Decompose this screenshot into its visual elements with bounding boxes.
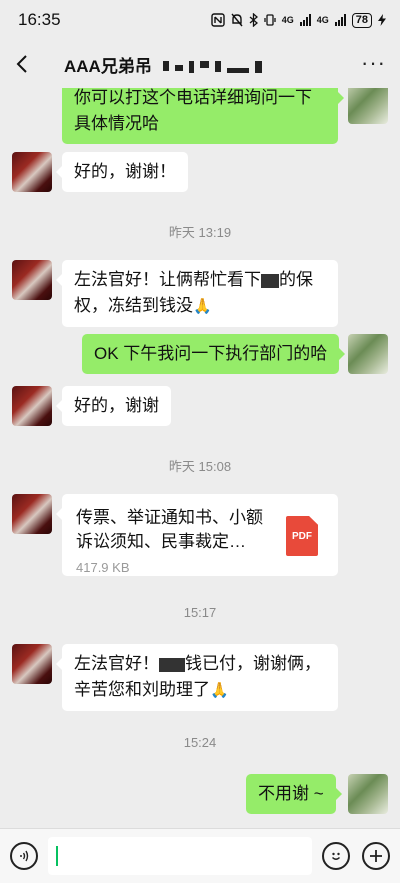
- timestamp: 昨天 13:19: [168, 225, 232, 240]
- more-icon: ···: [361, 50, 386, 75]
- text-cursor: [56, 846, 58, 866]
- message-list[interactable]: 你可以打这个电话详细询问一下具体情况哈 好的，谢谢！ 昨天 13:19 左法官好…: [0, 88, 400, 828]
- network-label-1: 4G: [281, 15, 294, 25]
- emoji-icon: [332, 852, 340, 860]
- message-text: 左法官好！: [74, 654, 159, 673]
- avatar[interactable]: [12, 152, 52, 192]
- timestamp: 15:24: [183, 735, 217, 750]
- message-bubble[interactable]: 不用谢 ~: [246, 774, 342, 814]
- emoji-button[interactable]: [322, 842, 350, 870]
- chevron-left-icon: [16, 55, 27, 73]
- battery-icon: 78: [351, 12, 372, 28]
- message-bubble[interactable]: 左法官好！ 钱已付，谢谢俩，辛苦您和刘助理了🙏: [56, 644, 338, 711]
- status-bar: 16:35 4G 4G 78: [0, 0, 400, 40]
- file-size: 417.9 KB: [76, 560, 130, 575]
- message-text: 好的，谢谢！: [74, 162, 176, 181]
- plus-icon: [370, 850, 382, 862]
- message-text: OK 下午我问一下执行部门的哈: [94, 344, 328, 363]
- folded-hands-emoji: 🙏: [210, 682, 229, 699]
- redaction-mosaic: [261, 273, 279, 288]
- mute-icon: [231, 13, 243, 27]
- charging-icon: [378, 14, 386, 26]
- message-text: 不用谢 ~: [258, 784, 324, 803]
- plus-button[interactable]: [362, 842, 390, 870]
- folded-hands-emoji: 🙏: [193, 298, 212, 315]
- vibrate-icon: [264, 14, 276, 26]
- avatar[interactable]: [348, 88, 388, 124]
- signal-icon: [334, 14, 346, 26]
- network-label-2: 4G: [316, 15, 329, 25]
- back-button[interactable]: [0, 40, 44, 88]
- redaction-mosaic: [159, 657, 185, 672]
- chat-title-text: AAA兄弟吊: [64, 56, 152, 76]
- avatar[interactable]: [12, 260, 52, 300]
- bluetooth-icon: [249, 13, 258, 27]
- avatar[interactable]: [12, 644, 52, 684]
- message-bubble[interactable]: 你可以打这个电话详细询问一下具体情况哈: [62, 88, 344, 144]
- voice-icon: [20, 850, 29, 862]
- message-bubble[interactable]: 好的，谢谢: [56, 386, 171, 426]
- avatar[interactable]: [12, 386, 52, 426]
- status-time: 16:35: [18, 10, 61, 29]
- voice-button[interactable]: [10, 842, 38, 870]
- message-bubble[interactable]: OK 下午我问一下执行部门的哈: [82, 334, 346, 374]
- message-text: 左法官好！让俩帮忙看下: [74, 270, 261, 289]
- chat-header: AAA兄弟吊 ···: [0, 40, 400, 88]
- timestamp: 15:17: [183, 605, 217, 620]
- message-input[interactable]: [48, 837, 312, 875]
- nfc-icon: [211, 13, 225, 27]
- message-bubble[interactable]: 左法官好！让俩帮忙看下 的保权，冻结到钱没🙏: [56, 260, 338, 327]
- file-name: 传票、举证通知书、小额诉讼须知、民事裁定…: [76, 508, 263, 551]
- input-bar: [0, 828, 400, 883]
- more-button[interactable]: ···: [361, 50, 386, 76]
- avatar[interactable]: [348, 774, 388, 814]
- timestamp: 昨天 15:08: [168, 459, 232, 474]
- message-bubble[interactable]: 好的，谢谢！: [56, 152, 188, 192]
- avatar[interactable]: [12, 494, 52, 534]
- signal-icon: [299, 14, 311, 26]
- file-message[interactable]: 传票、举证通知书、小额诉讼须知、民事裁定… 417.9 KB PDF: [56, 494, 338, 576]
- status-icons: 4G 4G 78: [211, 12, 386, 28]
- redaction-mosaic: [162, 61, 262, 74]
- chat-title[interactable]: AAA兄弟吊: [64, 52, 262, 77]
- message-text: 好的，谢谢: [74, 396, 159, 415]
- pdf-file-icon: PDF: [286, 516, 318, 556]
- message-text: 你可以打这个电话详细询问一下具体情况哈: [74, 88, 312, 133]
- avatar[interactable]: [348, 334, 388, 374]
